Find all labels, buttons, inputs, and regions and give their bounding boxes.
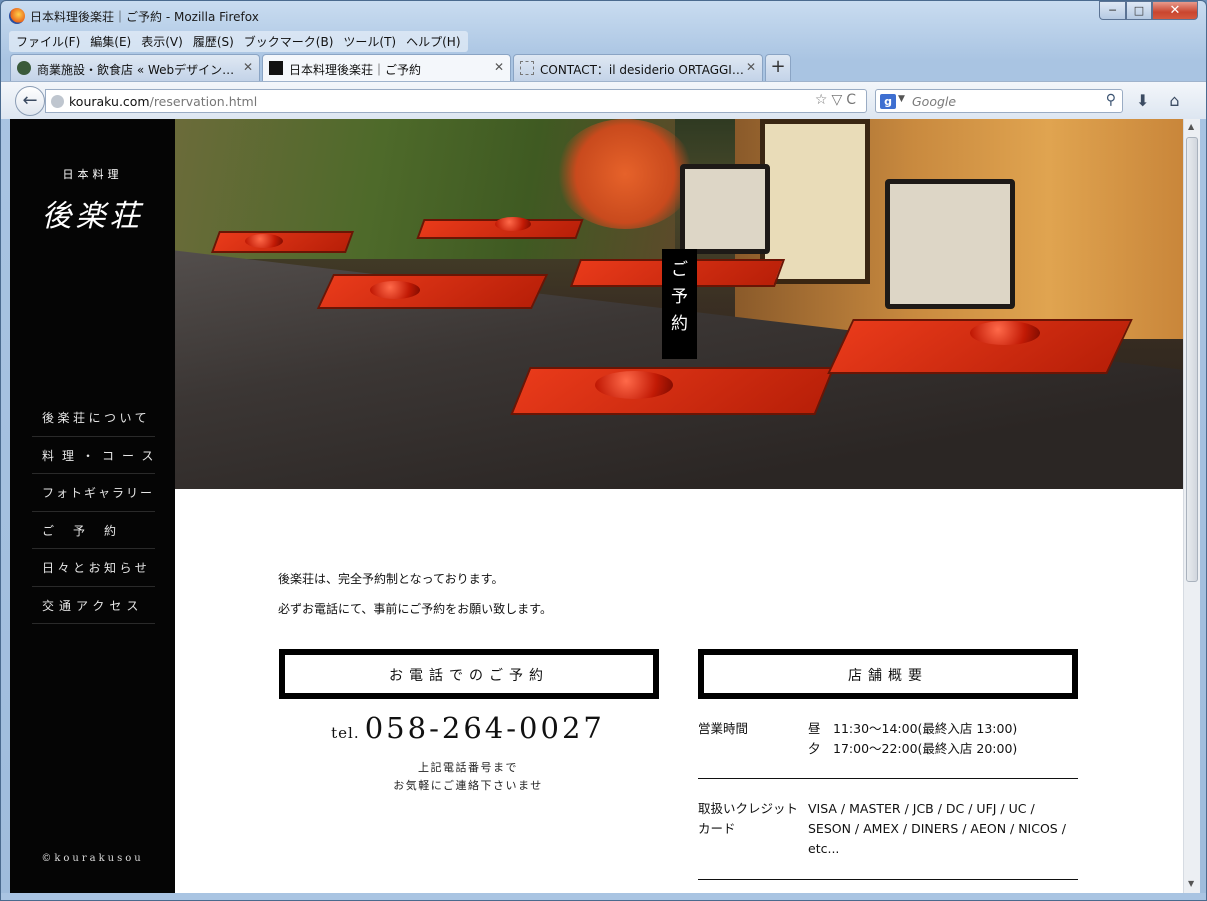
lacquer-tray	[510, 367, 835, 415]
tab-close-icon[interactable]: ✕	[494, 60, 504, 74]
navigation-bar: ← kouraku.com/reservation.html ☆▽C g ▼ G…	[1, 81, 1206, 119]
phone-reservation-heading: お電話でのご予約	[279, 649, 659, 699]
menu-help[interactable]: ヘルプ(H)	[401, 31, 465, 52]
site-logo[interactable]: 後楽荘	[10, 191, 175, 235]
store-info-heading: 店舗概要	[698, 649, 1078, 699]
tab-label: 商業施設・飲食店 « Webデザイン…	[37, 63, 235, 77]
nav-right-buttons: ⬇ ⌂	[1136, 91, 1180, 110]
site-favicon-icon	[17, 61, 31, 75]
menu-history[interactable]: 履歴(S)	[188, 31, 239, 52]
menu-edit[interactable]: 編集(E)	[85, 31, 136, 52]
tab-contact[interactable]: CONTACT：il desiderio ORTAGGI… ✕	[513, 54, 763, 81]
url-text: kouraku.com/reservation.html	[69, 94, 258, 109]
search-icon[interactable]: ⚲	[1106, 92, 1116, 108]
tab-reservation[interactable]: 日本料理後楽荘｜ご予約 ✕	[262, 54, 511, 81]
lacquer-bowl	[970, 321, 1040, 345]
intro-text: 後楽荘は、完全予約制となっております。 必ずお電話にて、事前にご予約をお願い致し…	[278, 572, 552, 616]
tab-strip: 商業施設・飲食店 « Webデザイン… ✕ 日本料理後楽荘｜ご予約 ✕ CONT…	[10, 54, 791, 81]
url-bar[interactable]: kouraku.com/reservation.html ☆▽C	[45, 89, 867, 113]
google-icon[interactable]: g	[880, 94, 896, 109]
chair	[885, 179, 1015, 309]
page-heading: ご 予 約	[662, 249, 697, 359]
chair	[680, 164, 770, 254]
nav-cuisine[interactable]: 料理・コース	[32, 437, 155, 474]
lacquer-bowl	[595, 371, 673, 399]
nav-about[interactable]: 後楽荘について	[32, 399, 155, 437]
lacquer-bowl	[245, 234, 283, 248]
menu-view[interactable]: 表示(V)	[136, 31, 188, 52]
cards-row: 取扱いクレジット カード VISA / MASTER / JCB / DC / …	[698, 799, 1078, 864]
tab-label: CONTACT：il desiderio ORTAGGI…	[540, 63, 744, 77]
window-controls: ─ □ ✕	[1099, 1, 1198, 20]
window-bottom-edge	[1, 893, 1206, 900]
scroll-down-icon[interactable]: ▼	[1188, 879, 1194, 888]
cards-value: VISA / MASTER / JCB / DC / UFJ / UC / SE…	[808, 801, 1066, 856]
nav-gallery[interactable]: フォトギャラリー	[32, 474, 155, 512]
nav-access[interactable]: 交通アクセス	[32, 587, 155, 624]
vertical-scrollbar[interactable]: ▲ ▼	[1183, 119, 1200, 893]
home-icon[interactable]: ⌂	[1169, 91, 1179, 110]
bookmark-star-icon[interactable]: ☆▽C	[815, 92, 860, 108]
search-bar[interactable]: g ▼ Google ⚲	[875, 89, 1123, 113]
minimize-button[interactable]: ─	[1099, 1, 1126, 20]
blank-page-icon	[520, 61, 534, 75]
cards-label: 取扱いクレジット カード	[698, 801, 799, 836]
download-icon[interactable]: ⬇	[1136, 91, 1149, 110]
maple-tree	[555, 119, 695, 229]
tab-label: 日本料理後楽荘｜ご予約	[289, 63, 422, 77]
nav-news[interactable]: 日々とお知らせ	[32, 549, 155, 587]
new-tab-button[interactable]: +	[765, 54, 791, 81]
lacquer-bowl	[370, 281, 420, 299]
divider	[698, 778, 1078, 779]
hours-row: 営業時間 昼 11:30〜14:00(最終入店 13:00) 夕 17:00〜2…	[698, 719, 1078, 764]
search-placeholder: Google	[912, 94, 957, 109]
tab-close-icon[interactable]: ✕	[243, 60, 253, 74]
hero-image: ご 予 約	[175, 119, 1183, 489]
scroll-thumb[interactable]	[1186, 137, 1198, 582]
phone-note: 上記電話番号まで お気軽にご連絡下さいませ	[393, 761, 543, 792]
globe-icon	[51, 95, 64, 108]
main-content: 後楽荘は、完全予約制となっております。 必ずお電話にて、事前にご予約をお願い致し…	[175, 489, 1183, 893]
page-viewport: 日本料理 後楽荘 後楽荘について 料理・コース フォトギャラリー ご予約 日々と…	[10, 119, 1200, 893]
scroll-up-icon[interactable]: ▲	[1188, 122, 1194, 131]
nav-reservation[interactable]: ご予約	[32, 512, 155, 549]
browser-window: 日本料理後楽荘｜ご予約 - Mozilla Firefox ─ □ ✕ ファイル…	[0, 0, 1207, 901]
close-button[interactable]: ✕	[1152, 1, 1198, 20]
maximize-button[interactable]: □	[1126, 1, 1152, 20]
lacquer-tray	[316, 274, 549, 309]
logo-subtitle: 日本料理	[62, 168, 123, 181]
hours-label: 営業時間	[698, 721, 749, 736]
divider	[698, 879, 1078, 880]
menu-bar: ファイル(F) 編集(E) 表示(V) 履歴(S) ブックマーク(B) ツール(…	[9, 31, 468, 52]
menu-file[interactable]: ファイル(F)	[11, 31, 85, 52]
copyright: ©kourakusou	[41, 853, 144, 864]
engine-dropdown-icon[interactable]: ▼	[898, 94, 905, 104]
menu-tools[interactable]: ツール(T)	[338, 31, 401, 52]
back-button[interactable]: ←	[15, 86, 45, 116]
lacquer-bowl	[495, 217, 531, 231]
kouraku-favicon-icon	[269, 61, 283, 75]
window-title: 日本料理後楽荘｜ご予約 - Mozilla Firefox	[30, 10, 259, 24]
tab-webdesign[interactable]: 商業施設・飲食店 « Webデザイン… ✕	[10, 54, 260, 81]
tab-close-icon[interactable]: ✕	[746, 60, 756, 74]
hours-value: 昼 11:30〜14:00(最終入店 13:00) 夕 17:00〜22:00(…	[808, 721, 1018, 756]
menu-bookmarks[interactable]: ブックマーク(B)	[239, 31, 339, 52]
phone-number[interactable]: tel. 058-264-0027	[278, 711, 658, 745]
firefox-icon	[9, 8, 25, 24]
site-sidebar: 日本料理 後楽荘 後楽荘について 料理・コース フォトギャラリー ご予約 日々と…	[10, 119, 175, 893]
site-nav: 後楽荘について 料理・コース フォトギャラリー ご予約 日々とお知らせ 交通アク…	[32, 399, 155, 624]
title-bar: 日本料理後楽荘｜ご予約 - Mozilla Firefox ─ □ ✕	[1, 1, 1206, 31]
